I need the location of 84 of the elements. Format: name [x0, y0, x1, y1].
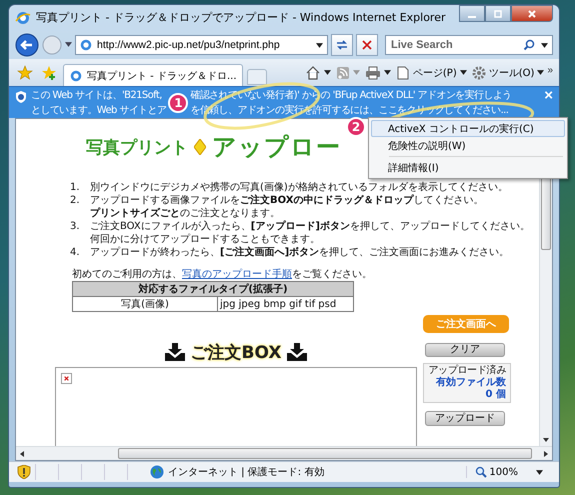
step-text: アップロードする画像ファイルをご注文BOXの中にドラッグ＆ドロップしてください。: [90, 194, 484, 207]
page-heading: 写真プリント: [86, 136, 188, 158]
home-icon: [304, 64, 321, 80]
page-icon: [69, 68, 83, 82]
minimize-button[interactable]: [459, 5, 485, 22]
document-icon: [396, 66, 410, 80]
step-number: 4.: [70, 246, 81, 259]
caret-icon: [352, 70, 360, 75]
caret-icon: [384, 70, 391, 75]
info-text: この Web サイトは、'B21Soft,: [31, 89, 163, 103]
step-text: ご注文BOXにファイルが入ったら、[アップロード]ボタンを押して、アップロードしてください。: [90, 220, 530, 233]
download-icon: [164, 343, 185, 361]
stop-icon: [361, 38, 373, 50]
search-icon[interactable]: [523, 38, 535, 50]
warning-shield-icon[interactable]: [17, 465, 31, 479]
scrollbar-thumb[interactable]: [118, 448, 532, 459]
forward-circle-icon: [42, 34, 62, 54]
refresh-button[interactable]: [331, 34, 353, 56]
menu-item[interactable]: 危険性の説明(W): [371, 137, 565, 154]
step-text: アップロードが終わったら、[ご注文画面へ]ボタンを押して、ご注文画面にお進みください。: [90, 246, 510, 259]
star-plus-icon: [41, 64, 57, 80]
status-label: アップロード済み: [428, 365, 506, 376]
step-text: 何回かに分けてアップロードすることもできます。: [90, 233, 321, 246]
address-field[interactable]: http://www2.pic-up.net/pu3/netprint.php: [75, 34, 328, 54]
browser-logo-icon: [15, 10, 31, 26]
gear-icon: [472, 66, 486, 80]
page-menu-button[interactable]: ページ(P): [394, 66, 469, 80]
step-number: 1.: [70, 181, 81, 194]
refresh-icon: [335, 38, 349, 52]
caret-icon[interactable]: [536, 470, 543, 474]
close-icon: [527, 8, 537, 18]
printer-icon: [364, 64, 381, 80]
maximize-button[interactable]: [485, 5, 511, 22]
caret-icon: [460, 70, 467, 75]
shield-icon: [15, 91, 27, 103]
table-cell: 写真(画像): [72, 296, 218, 312]
scroll-right-icon[interactable]: [544, 450, 548, 456]
feed-icon: [336, 66, 350, 80]
close-button[interactable]: [511, 5, 553, 22]
clear-button[interactable]: クリア: [425, 343, 505, 357]
back-button[interactable]: [15, 32, 39, 56]
star-icon: [17, 64, 33, 80]
minimize-icon: [468, 16, 476, 18]
info-text: としています。Web サイトとア: [31, 104, 166, 118]
tools-menu-button[interactable]: ツール(O): [470, 66, 546, 80]
order-box-title: ご注文BOX: [190, 342, 282, 364]
broken-image-icon: [61, 373, 72, 384]
maximize-icon: [493, 8, 503, 18]
step-number: 2.: [70, 194, 81, 208]
file-count: 0 個: [486, 389, 506, 401]
step-text: プリントサイズごとのご注文となります。: [90, 207, 281, 220]
diamond-icon: [194, 139, 206, 155]
download-icon: [287, 343, 308, 361]
zoom-button[interactable]: 100%: [466, 466, 518, 478]
menu-item[interactable]: 詳細情報(I): [371, 159, 565, 176]
file-count-label: 有効ファイル数: [436, 377, 506, 389]
horizontal-scrollbar[interactable]: [16, 446, 552, 460]
scroll-left-icon[interactable]: [20, 450, 24, 456]
zoom-icon: [475, 466, 488, 478]
caret-icon: [324, 70, 331, 75]
step-number: 3.: [70, 220, 81, 234]
annotation-badge: 1: [168, 93, 188, 113]
step-text: 別ウインドウにデジカメや携帯の写真(画像)が格納されているフォルダを表示してください。: [90, 181, 508, 194]
browser-tab[interactable]: 写真プリント - ドラッグ＆ドロ...: [63, 64, 243, 86]
security-zone-text: インターネット | 保護モード: 有効: [168, 466, 324, 479]
caret-icon[interactable]: [65, 42, 72, 47]
caret-icon[interactable]: [316, 42, 323, 48]
page-heading: アップロー: [212, 132, 341, 163]
search-field[interactable]: Live Search: [385, 34, 553, 54]
table-cell: jpg jpeg bmp gif tif psd: [218, 296, 354, 312]
guide-link[interactable]: 写真のアップロード手順: [182, 269, 292, 280]
caret-icon: [537, 70, 544, 75]
intro-text: 初めてのご利用の方は、写真のアップロード手順をご覧ください。: [72, 268, 373, 281]
globe-icon: [150, 465, 164, 479]
menu-item[interactable]: ActiveX コントロールの実行(C): [371, 120, 565, 137]
caret-icon[interactable]: [541, 42, 548, 48]
upload-button[interactable]: アップロード: [425, 411, 505, 426]
stop-button[interactable]: [356, 34, 378, 56]
scroll-down-icon[interactable]: [543, 438, 549, 442]
window-title: 写真プリント - ドラッグ＆ドロップでアップロード - Windows Internet Explorer: [36, 10, 446, 25]
more-tools-button[interactable]: »: [547, 64, 553, 76]
page-icon: [79, 38, 93, 52]
favorites-button[interactable]: [15, 64, 35, 80]
table-header: 対応するファイルタイプ(拡張子): [72, 282, 354, 296]
